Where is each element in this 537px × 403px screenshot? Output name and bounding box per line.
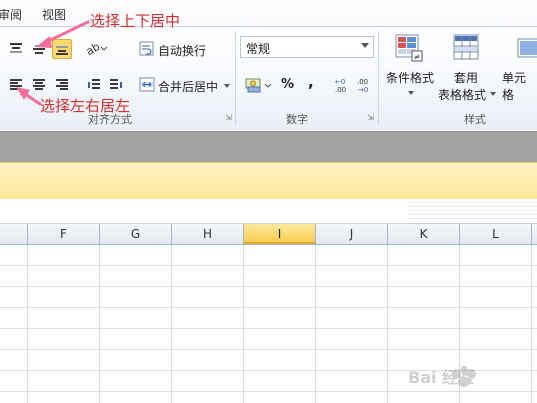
number-format-value: 常规 <box>246 42 271 56</box>
annotation-arrows <box>16 20 90 106</box>
grid-line <box>0 286 537 287</box>
table-format-label-2: 表格格式 <box>438 88 487 102</box>
grid-line <box>171 245 172 403</box>
grid-line <box>0 349 537 350</box>
merge-center-button[interactable]: 合并后居中 <box>136 76 236 94</box>
group-divider <box>235 31 236 125</box>
number-dialog-launcher-icon[interactable]: ⇲ <box>366 113 375 122</box>
svg-text:→0: →0 <box>358 86 368 94</box>
grid-line <box>0 265 537 266</box>
grid-line <box>315 245 316 403</box>
table-format-icon <box>453 34 479 60</box>
grid-line <box>0 307 537 308</box>
currency-icon <box>245 78 272 93</box>
column-header-F[interactable]: F <box>28 224 100 244</box>
arrow-icon <box>16 87 42 106</box>
grid-line <box>531 245 532 403</box>
baidu-watermark: Bai 经验 <box>404 352 524 394</box>
wrap-text-label: 自动换行 <box>158 44 207 58</box>
cell-styles-button[interactable]: 单元格 <box>500 31 537 105</box>
message-bar <box>0 162 537 200</box>
table-format-label-1: 套用 <box>454 71 479 85</box>
cell-styles-icon <box>517 38 537 58</box>
percent-style-button[interactable]: % <box>281 77 294 92</box>
chevron-down-icon <box>361 43 369 48</box>
accounting-format-button[interactable] <box>245 76 273 94</box>
comma-style-button[interactable]: , <box>308 73 314 91</box>
grid-line <box>243 245 244 403</box>
decrease-decimal-button[interactable]: .00 →0 <box>356 76 376 94</box>
number-format-dropdown[interactable]: 常规 <box>240 36 374 58</box>
grid-line <box>387 245 388 403</box>
increase-decimal-icon: ←0.00 <box>335 78 346 94</box>
wrap-text-icon <box>139 41 154 56</box>
increase-decimal-button[interactable]: ←0.00 <box>333 76 353 94</box>
sheet-toolbar-decoration <box>408 199 537 221</box>
svg-text:←0: ←0 <box>335 78 345 86</box>
conditional-format-icon: ≠ <box>395 34 423 62</box>
styles-group-label: 样式 <box>464 113 486 126</box>
column-header-partial[interactable] <box>0 224 28 244</box>
alignment-dialog-launcher-icon[interactable]: ⇲ <box>224 113 233 122</box>
conditional-format-button[interactable]: ≠ 条件格式 <box>384 31 436 105</box>
merge-center-label: 合并后居中 <box>158 80 219 94</box>
conditional-format-label: 条件格式 <box>386 71 435 85</box>
grid-line <box>27 245 28 403</box>
chevron-down-icon <box>490 92 496 96</box>
grid-line <box>0 328 537 329</box>
formula-bar-area <box>0 199 537 224</box>
column-header-H[interactable]: H <box>172 224 244 244</box>
grid-line <box>99 245 100 403</box>
column-header-L[interactable]: L <box>460 224 532 244</box>
column-header-J[interactable]: J <box>316 224 388 244</box>
merge-cells-icon <box>139 77 155 92</box>
arrow-icon <box>36 20 90 48</box>
column-header-I[interactable]: I <box>244 224 316 244</box>
group-divider <box>378 31 379 125</box>
cell-styles-label: 单元格 <box>502 71 527 102</box>
column-header-row: F G H I J K L <box>0 224 537 245</box>
wrap-text-button[interactable]: 自动换行 <box>136 40 226 58</box>
column-header-K[interactable]: K <box>388 224 460 244</box>
svg-text:.00: .00 <box>335 86 346 94</box>
svg-text:.00: .00 <box>357 78 368 86</box>
merge-dropdown-caret-icon <box>224 84 230 88</box>
watermark-text: Bai 经验 <box>408 368 475 387</box>
chevron-down-icon <box>408 91 414 95</box>
column-header-G[interactable]: G <box>100 224 172 244</box>
number-group-label: 数字 <box>286 113 308 126</box>
decrease-decimal-icon: .00→0 <box>357 78 368 94</box>
name-box-strip <box>0 131 537 162</box>
format-as-table-button[interactable]: 套用 表格格式 <box>438 31 500 105</box>
svg-text:≠: ≠ <box>414 53 421 62</box>
